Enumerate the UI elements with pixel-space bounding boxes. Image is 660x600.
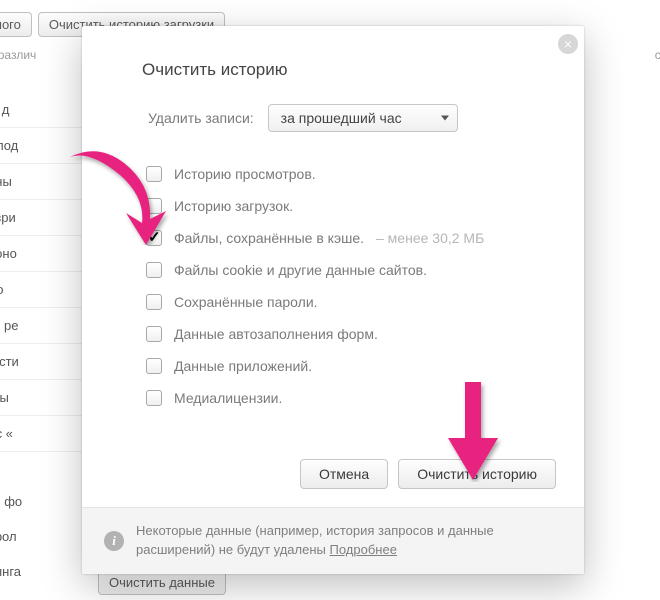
info-icon: i (104, 531, 124, 551)
delete-label: Удалить записи: (148, 110, 254, 126)
timerange-select[interactable]: за прошедший час (268, 104, 458, 132)
option-cookies[interactable]: Файлы cookie и другие данные сайтов. (146, 254, 554, 286)
clear-history-dialog: × Очистить историю Удалить записи: за пр… (82, 26, 584, 574)
checkbox[interactable] (146, 390, 162, 406)
dialog-actions: Отмена Очистить историю (82, 449, 584, 507)
dialog-footer: i Некоторые данные (например, история за… (82, 507, 584, 574)
option-passwords[interactable]: Сохранённые пароли. (146, 286, 554, 318)
list-item: вводе но (0, 272, 90, 308)
list-item: су статисти (0, 344, 90, 380)
option-autofill[interactable]: Данные автозаполнения форм. (146, 318, 554, 350)
option-app-data[interactable]: Данные приложений. (146, 350, 554, 382)
option-extra: – менее 30,2 МБ (376, 230, 484, 246)
checkbox[interactable] (146, 166, 162, 182)
list-item: су подозри (0, 200, 90, 236)
list-item: от фишинга (0, 554, 90, 589)
list-item: сервису д (0, 92, 90, 128)
learn-more-link[interactable]: Подробнее (330, 542, 397, 557)
option-browsing-history[interactable]: Историю просмотров. (146, 158, 554, 190)
timerange-value: за прошедший час (281, 110, 402, 126)
option-label: Файлы cookie и другие данные сайтов. (174, 262, 427, 278)
option-label: Данные автозаполнения форм. (174, 326, 378, 342)
checkbox[interactable] (146, 198, 162, 214)
list-item: от вредоно (0, 236, 90, 272)
checkbox[interactable] (146, 358, 162, 374)
option-label: Медиалицензии. (174, 390, 282, 406)
timerange-row: Удалить записи: за прошедший час (142, 104, 554, 132)
option-label: Данные приложений. (174, 358, 312, 374)
list-item: рующую ре (0, 308, 90, 344)
dialog-title: Очистить историю (142, 60, 554, 80)
list-item: нять парол (0, 519, 90, 554)
option-label: Историю загрузок. (174, 198, 293, 214)
clear-options: Историю просмотров. Историю загрузок. Фа… (146, 158, 554, 414)
checkbox[interactable] (146, 294, 162, 310)
option-label: Файлы, сохранённые в кэше. (174, 230, 364, 246)
option-label: Историю просмотров. (174, 166, 316, 182)
list-item: й запрос « (0, 416, 90, 452)
option-label: Сохранённые пароли. (174, 294, 318, 310)
option-download-history[interactable]: Историю загрузок. (146, 190, 554, 222)
clear-history-button[interactable]: Очистить историю (398, 459, 556, 489)
checkbox[interactable] (146, 262, 162, 278)
list-item: олнение фо (0, 484, 90, 519)
checkbox[interactable] (146, 230, 162, 246)
close-icon[interactable]: × (558, 34, 578, 54)
bg-button-partial[interactable]: мого (0, 12, 32, 37)
dialog-body: Очистить историю Удалить записи: за прош… (82, 26, 584, 449)
bg-settings-list: сервису д сковые под ать данны су подозр… (0, 92, 90, 589)
bg-note-right: сти вам не ну (655, 48, 660, 62)
option-media-licenses[interactable]: Медиалицензии. (146, 382, 554, 414)
option-cache[interactable]: Файлы, сохранённые в кэше. – менее 30,2 … (146, 222, 554, 254)
cancel-button[interactable]: Отмена (300, 459, 388, 489)
list-item: сковые под (0, 128, 90, 164)
list-item: су отчёты (0, 380, 90, 416)
checkbox[interactable] (146, 326, 162, 342)
bg-note-left: вать различ (0, 48, 36, 62)
list-item: ать данны (0, 164, 90, 200)
footer-text: Некоторые данные (например, история запр… (136, 522, 562, 560)
